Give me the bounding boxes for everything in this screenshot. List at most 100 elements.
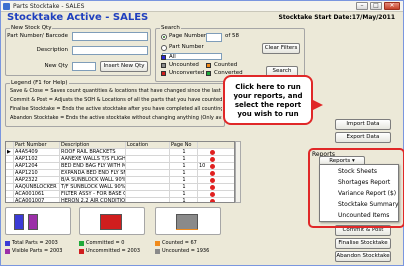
row-selector[interactable] xyxy=(6,156,14,163)
column-header-location[interactable]: Location xyxy=(126,142,170,149)
table-cell-loc[interactable] xyxy=(126,177,170,184)
part-number-field[interactable] xyxy=(72,32,148,41)
row-selector-header xyxy=(6,142,14,149)
table-cell-desc[interactable]: EXPANDA BED END FLY SM xyxy=(60,170,126,177)
table-cell-part[interactable]: AAP1102 xyxy=(14,156,60,163)
table-cell-part[interactable]: AAQUNBLOCKER xyxy=(14,184,60,191)
table-cell-page[interactable]: 1 xyxy=(170,149,198,156)
table-row[interactable]: AAP1210 EXPANDA BED END FLY SM 1 xyxy=(6,170,234,177)
table-cell-loc[interactable] xyxy=(126,163,170,170)
table-cell-desc[interactable]: ROOF RAIL BRACKETS xyxy=(60,149,126,156)
finalise-stocktake-button[interactable]: Finalise Stocktake xyxy=(335,238,391,249)
part-number-radio[interactable] xyxy=(161,45,167,51)
table-cell-extra[interactable] xyxy=(198,198,234,202)
clear-filters-button[interactable]: Clear Filters xyxy=(262,43,300,54)
table-cell-part[interactable]: AAP1210 xyxy=(14,170,60,177)
table-cell-page[interactable]: 1 xyxy=(170,198,198,202)
row-selector[interactable]: ▶ xyxy=(6,149,14,156)
legend-help-group: Legend (F1 for Help) Save & Close = Save… xyxy=(5,80,225,127)
table-cell-desc[interactable]: HERON 2.2 AIR CONDITION xyxy=(60,198,126,202)
table-cell-extra[interactable]: 10 xyxy=(198,163,234,170)
table-cell-desc[interactable]: BED END BAG FLY WITH MI xyxy=(60,163,126,170)
table-row[interactable]: AAP2322 B/A SUNBLOCK WALL 90% 1 xyxy=(6,177,234,184)
table-cell-loc[interactable] xyxy=(126,156,170,163)
maximize-button[interactable]: □ xyxy=(370,2,382,10)
menu-item-stock-sheets[interactable]: Stock Sheets xyxy=(338,167,377,176)
table-cell-extra[interactable] xyxy=(198,149,234,156)
table-row[interactable]: AAP1204 BED END BAG FLY WITH MI 1 10 xyxy=(6,163,234,170)
row-selector[interactable] xyxy=(6,198,14,202)
table-row[interactable]: ACA001061 FILTER ASSY - FOR BASE O 1 xyxy=(6,191,234,198)
page-number-field[interactable] xyxy=(206,33,222,42)
status-dot-icon xyxy=(210,192,215,197)
table-cell-loc[interactable] xyxy=(126,191,170,198)
table-cell-page[interactable]: 1 xyxy=(170,191,198,198)
page-of-label: of 58 xyxy=(225,33,240,39)
new-qty-field[interactable] xyxy=(72,62,96,71)
column-header-part-number[interactable]: Part Number xyxy=(14,142,60,149)
table-row[interactable]: ACA001007 HERON 2.2 AIR CONDITION 1 xyxy=(6,198,234,202)
table-cell-page[interactable]: 1 xyxy=(170,184,198,191)
table-cell-loc[interactable] xyxy=(126,170,170,177)
filter-converted-swatch[interactable] xyxy=(206,71,211,76)
page-number-radio[interactable] xyxy=(161,34,167,40)
column-header-extra xyxy=(198,142,234,149)
row-selector[interactable] xyxy=(6,191,14,198)
help-line-commit: Commit & Post = Adjusts the SOH & Locati… xyxy=(10,97,222,103)
table-row[interactable]: ▶ A4A5409 ROOF RAIL BRACKETS 1 xyxy=(6,149,234,156)
table-cell-part[interactable]: ACA001061 xyxy=(14,191,60,198)
table-row[interactable]: AAQUNBLOCKER T/F SUNBLOCK WALL 90% 1 xyxy=(6,184,234,191)
help-callout: Click here to run your reports, and sele… xyxy=(223,75,323,125)
table-cell-desc[interactable]: FILTER ASSY - FOR BASE O xyxy=(60,191,126,198)
table-cell-extra[interactable] xyxy=(198,156,234,163)
uncounted-swatch xyxy=(155,249,160,254)
committed-swatch xyxy=(79,241,84,246)
table-cell-extra[interactable] xyxy=(198,191,234,198)
column-header-description[interactable]: Description xyxy=(60,142,126,149)
table-cell-loc[interactable] xyxy=(126,184,170,191)
table-cell-extra[interactable] xyxy=(198,184,234,191)
table-cell-part[interactable]: AAP1204 xyxy=(14,163,60,170)
menu-item-shortages-report[interactable]: Shortages Report xyxy=(338,178,390,187)
menu-item-uncounted-items[interactable]: Uncounted Items xyxy=(338,211,389,220)
table-cell-loc[interactable] xyxy=(126,149,170,156)
abandon-stocktake-button[interactable]: Abandon Stocktake xyxy=(335,251,391,262)
stocktake-start-date: Stocktake Start Date:17/May/2011 xyxy=(278,14,395,21)
table-cell-extra[interactable] xyxy=(198,170,234,177)
close-button[interactable]: ✕ xyxy=(384,2,400,10)
table-cell-page[interactable]: 1 xyxy=(170,163,198,170)
row-selector[interactable] xyxy=(6,163,14,170)
filter-counted-swatch[interactable] xyxy=(206,63,211,68)
import-data-button[interactable]: Import Data xyxy=(335,119,391,130)
row-selector[interactable] xyxy=(6,184,14,191)
menu-item-variance-report[interactable]: Variance Report ($) xyxy=(338,189,396,198)
table-cell-page[interactable]: 1 xyxy=(170,170,198,177)
table-cell-loc[interactable] xyxy=(126,198,170,202)
export-data-button[interactable]: Export Data xyxy=(335,132,391,143)
table-cell-part[interactable]: A4A5409 xyxy=(14,149,60,156)
table-cell-page[interactable]: 1 xyxy=(170,156,198,163)
new-stock-qty-group: New Stock Qty Part Number/ Barcode Descr… xyxy=(5,25,151,76)
table-cell-part[interactable]: ACA001007 xyxy=(14,198,60,202)
help-line-finalise: Finalise Stocktake = Ends the active sto… xyxy=(10,106,222,112)
table-cell-extra[interactable] xyxy=(198,177,234,184)
filter-all-swatch[interactable] xyxy=(161,55,166,60)
table-cell-page[interactable]: 1 xyxy=(170,177,198,184)
table-cell-desc[interactable]: AANEXE WALLS T/S FLIGH xyxy=(60,156,126,163)
table-scrollbar[interactable] xyxy=(235,141,241,203)
minimize-button[interactable]: – xyxy=(356,2,368,10)
table-cell-desc[interactable]: B/A SUNBLOCK WALL 90% xyxy=(60,177,126,184)
menu-item-stocktake-summary[interactable]: Stocktake Summary xyxy=(338,200,399,209)
row-selector[interactable] xyxy=(6,177,14,184)
table-row[interactable]: AAP1102 AANEXE WALLS T/S FLIGH 1 xyxy=(6,156,234,163)
table-cell-desc[interactable]: T/F SUNBLOCK WALL 90% xyxy=(60,184,126,191)
row-selector[interactable] xyxy=(6,170,14,177)
status-dot-icon xyxy=(210,178,215,183)
description-field[interactable] xyxy=(72,46,148,55)
filter-unconverted-swatch[interactable] xyxy=(161,71,166,76)
filter-uncounted-swatch[interactable] xyxy=(161,63,166,68)
table-cell-part[interactable]: AAP2322 xyxy=(14,177,60,184)
insert-new-qty-button[interactable]: Insert New Qty xyxy=(100,61,148,72)
search-group: Search Page Number of 58 Part Number All… xyxy=(155,25,305,82)
column-header-page-no[interactable]: Page No xyxy=(170,142,198,149)
